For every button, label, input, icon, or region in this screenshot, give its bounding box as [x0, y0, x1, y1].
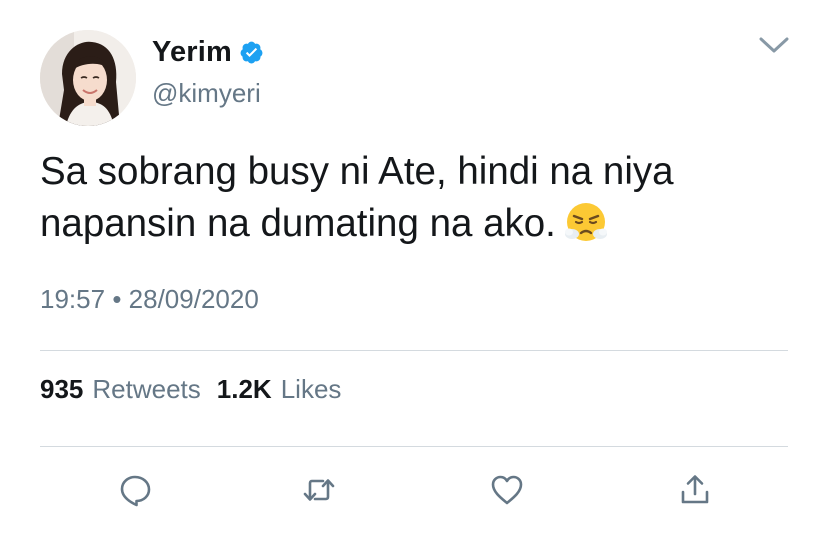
reply-icon[interactable] [117, 472, 153, 508]
face-with-steam-from-nose-emoji-icon [564, 200, 608, 244]
retweet-icon[interactable] [301, 472, 337, 508]
likes-label[interactable]: Likes [281, 374, 342, 405]
tweet-timestamp[interactable]: 19:57 • 28/09/2020 [40, 284, 259, 315]
display-name[interactable]: Yerim [152, 36, 232, 69]
tweet-time: 19:57 [40, 284, 106, 314]
chevron-down-icon[interactable] [758, 34, 790, 56]
tweet-card: Yerim @kimyeri Sa sobrang busy ni Ate, h… [0, 0, 828, 538]
author-name-row[interactable]: Yerim [152, 34, 264, 70]
tweet-text: Sa sobrang busy ni Ate, hindi na niya na… [40, 146, 800, 250]
like-icon[interactable] [489, 472, 525, 508]
divider-bottom [40, 446, 788, 447]
tweet-date: 28/09/2020 [128, 284, 259, 314]
meta-separator: • [112, 284, 122, 314]
verified-badge-icon [239, 40, 264, 65]
divider-top [40, 350, 788, 351]
author-handle[interactable]: @kimyeri [152, 78, 261, 109]
retweets-label[interactable]: Retweets [92, 374, 200, 405]
retweets-count[interactable]: 935 [40, 374, 83, 405]
avatar[interactable] [40, 30, 136, 126]
tweet-stats: 935 Retweets 1.2K Likes [40, 374, 357, 405]
likes-count[interactable]: 1.2K [217, 374, 272, 405]
share-icon[interactable] [677, 472, 713, 508]
